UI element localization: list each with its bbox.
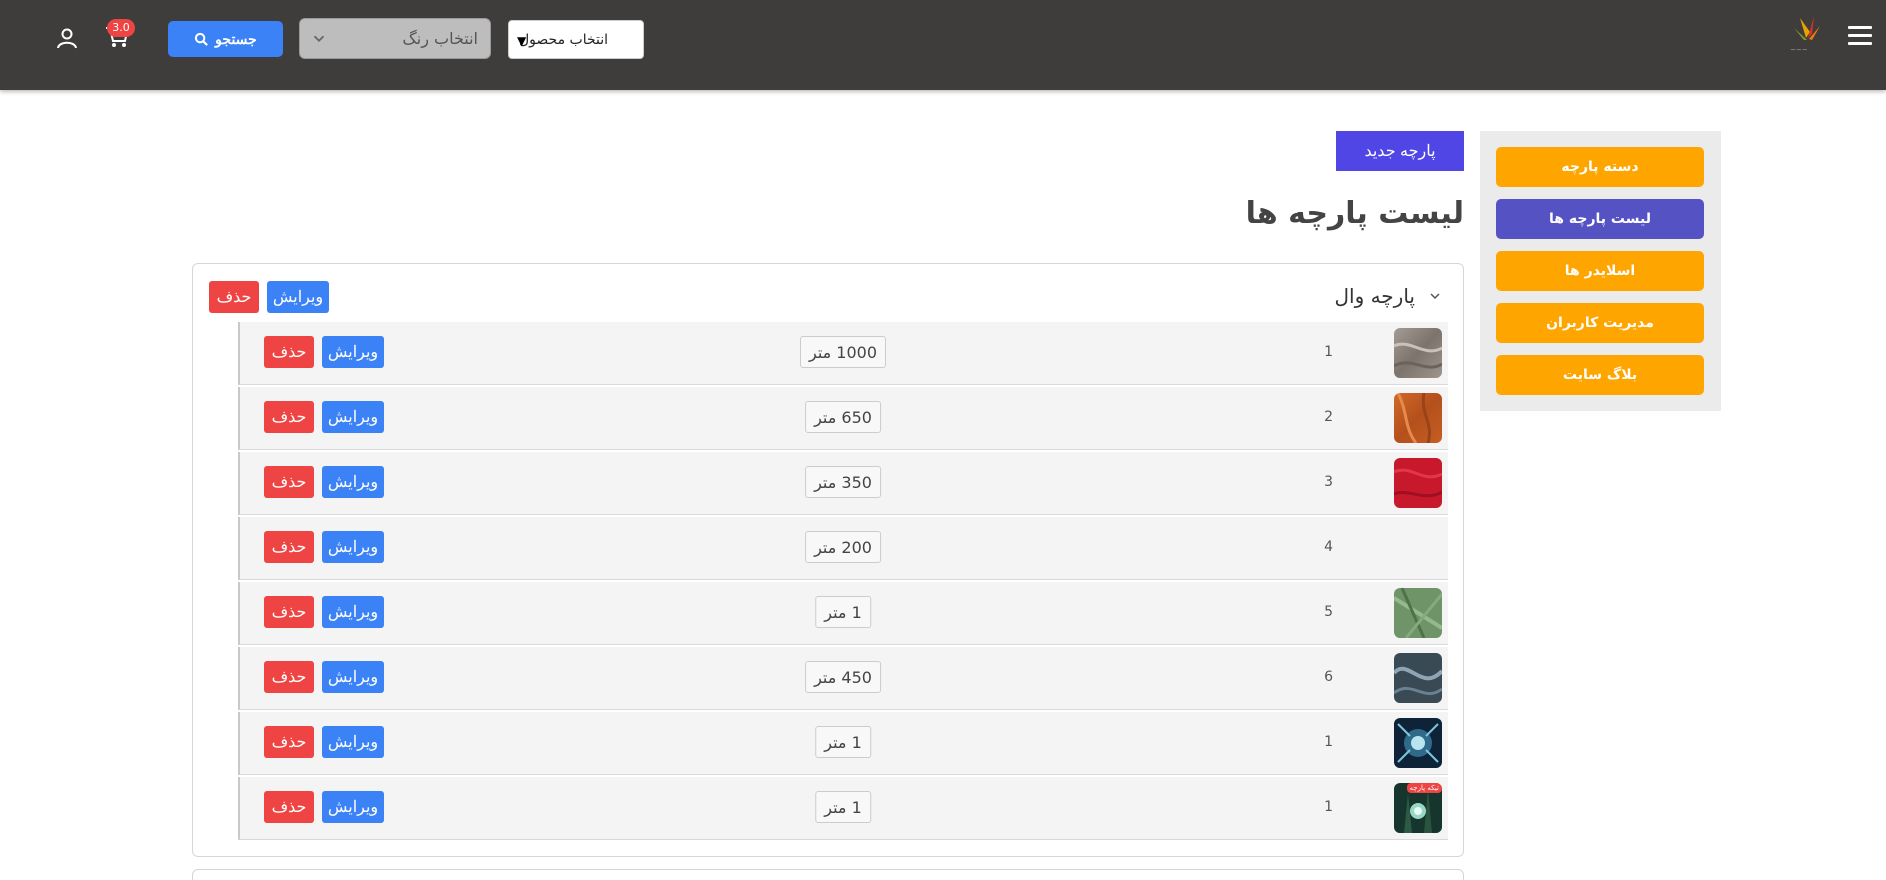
sidebar-item-user-management[interactable]: مدیریت کاربران bbox=[1496, 303, 1704, 343]
color-select-placeholder: انتخاب رنگ bbox=[402, 29, 478, 48]
next-group-card bbox=[192, 869, 1464, 880]
table-row: حذف ویرایش 200 متر 4 bbox=[238, 517, 1448, 580]
quantity-value: 350 متر bbox=[805, 466, 881, 498]
row-index: 1 bbox=[1324, 799, 1333, 815]
site-logo[interactable]: ~~~ bbox=[1780, 10, 1836, 56]
quantity-value: 200 متر bbox=[805, 531, 881, 563]
sidebar-item-label: دسته پارچه bbox=[1561, 159, 1639, 175]
fabric-piece-badge: تیکه پارچه bbox=[1406, 783, 1442, 793]
sidebar-item-fabric-list[interactable]: لیست پارچه ها bbox=[1496, 199, 1704, 239]
delete-button[interactable]: حذف bbox=[264, 661, 314, 693]
sidebar-item-label: مدیریت کاربران bbox=[1546, 315, 1654, 331]
delete-button[interactable]: حذف bbox=[264, 401, 314, 433]
edit-button[interactable]: ویرایش bbox=[322, 791, 384, 823]
row-index: 4 bbox=[1324, 539, 1333, 555]
sidebar-item-blog[interactable]: بلاگ سایت bbox=[1496, 355, 1704, 395]
menu-icon[interactable] bbox=[1848, 26, 1872, 50]
fabric-thumbnail: تیکه پارچه bbox=[1394, 783, 1442, 833]
page-title: لیست پارچه ها bbox=[1245, 196, 1464, 231]
group-edit-button[interactable]: ویرایش bbox=[267, 281, 329, 313]
row-index: 5 bbox=[1324, 604, 1333, 620]
fabric-thumbnail bbox=[1394, 588, 1442, 638]
delete-button[interactable]: حذف bbox=[264, 791, 314, 823]
quantity-value: 450 متر bbox=[805, 661, 881, 693]
cart-count-badge: 3.0 bbox=[107, 19, 135, 37]
admin-sidebar: دسته پارچه لیست پارچه ها اسلایدر ها مدیر… bbox=[1480, 131, 1721, 411]
sidebar-item-label: اسلایدر ها bbox=[1564, 263, 1636, 279]
table-row: حذف ویرایش 1 متر 1 bbox=[238, 712, 1448, 775]
delete-button[interactable]: حذف bbox=[264, 531, 314, 563]
table-row: حذف ویرایش 450 متر 6 bbox=[238, 647, 1448, 710]
search-button-label: جستجو bbox=[215, 30, 257, 47]
search-button[interactable]: جستجو bbox=[168, 21, 283, 57]
fabric-thumbnail bbox=[1394, 393, 1442, 443]
top-navbar: ~~~ انتخاب محصول ▼ انتخاب رنگ جستجو 3.0 bbox=[0, 0, 1886, 90]
edit-button[interactable]: ویرایش bbox=[322, 466, 384, 498]
row-index: 6 bbox=[1324, 669, 1333, 685]
fabric-thumbnail-empty bbox=[1394, 523, 1442, 573]
edit-button[interactable]: ویرایش bbox=[322, 336, 384, 368]
product-select[interactable]: انتخاب محصول ▼ bbox=[508, 20, 644, 59]
row-index: 1 bbox=[1324, 344, 1333, 360]
table-row: حذف ویرایش 350 متر 3 bbox=[238, 452, 1448, 515]
edit-button[interactable]: ویرایش bbox=[322, 661, 384, 693]
delete-button[interactable]: حذف bbox=[264, 596, 314, 628]
delete-button[interactable]: حذف bbox=[264, 726, 314, 758]
delete-button[interactable]: حذف bbox=[264, 466, 314, 498]
search-icon bbox=[195, 32, 209, 46]
edit-button[interactable]: ویرایش bbox=[322, 596, 384, 628]
edit-button[interactable]: ویرایش bbox=[322, 531, 384, 563]
new-fabric-button[interactable]: پارچه جدید bbox=[1336, 131, 1464, 171]
group-actions: حذف ویرایش bbox=[209, 281, 329, 313]
caret-down-icon: ▼ bbox=[517, 34, 527, 48]
fabric-rows: حذف ویرایش 1000 متر 1 حذف ویرایش 650 متر 2… bbox=[238, 322, 1448, 842]
fabric-thumbnail bbox=[1394, 718, 1442, 768]
fabric-thumbnail bbox=[1394, 653, 1442, 703]
quantity-value: 1 متر bbox=[815, 596, 871, 628]
fabric-thumbnail bbox=[1394, 328, 1442, 378]
group-title: پارچه وال bbox=[1334, 284, 1415, 308]
color-select[interactable]: انتخاب رنگ bbox=[299, 18, 491, 59]
sidebar-item-fabric-categories[interactable]: دسته پارچه bbox=[1496, 147, 1704, 187]
quantity-value: 1 متر bbox=[815, 791, 871, 823]
row-index: 1 bbox=[1324, 734, 1333, 750]
quantity-value: 1000 متر bbox=[799, 336, 887, 368]
sidebar-item-label: بلاگ سایت bbox=[1562, 367, 1638, 383]
table-row: حذف ویرایش 1 متر 5 bbox=[238, 582, 1448, 645]
delete-button[interactable]: حذف bbox=[264, 336, 314, 368]
fabric-group-card: پارچه وال حذف ویرایش حذف ویرایش 1000 متر … bbox=[192, 263, 1464, 857]
sidebar-item-sliders[interactable]: اسلایدر ها bbox=[1496, 251, 1704, 291]
quantity-value: 650 متر bbox=[805, 401, 881, 433]
svg-text:~~~: ~~~ bbox=[1790, 46, 1808, 54]
quantity-value: 1 متر bbox=[815, 726, 871, 758]
table-row: حذف ویرایش 650 متر 2 bbox=[238, 387, 1448, 450]
fabric-thumbnail bbox=[1394, 458, 1442, 508]
edit-button[interactable]: ویرایش bbox=[322, 401, 384, 433]
table-row: حذف ویرایش 1000 متر 1 bbox=[238, 322, 1448, 385]
table-row: حذف ویرایش 1 متر 1 تیکه پارچه bbox=[238, 777, 1448, 840]
user-icon[interactable] bbox=[56, 27, 78, 49]
group-header[interactable]: پارچه وال bbox=[1334, 284, 1441, 308]
chevron-down-icon bbox=[313, 35, 325, 42]
row-index: 3 bbox=[1324, 474, 1333, 490]
edit-button[interactable]: ویرایش bbox=[322, 726, 384, 758]
group-delete-button[interactable]: حذف bbox=[209, 281, 259, 313]
product-select-value: انتخاب محصول bbox=[519, 31, 609, 48]
row-index: 2 bbox=[1324, 409, 1333, 425]
chevron-down-icon bbox=[1430, 293, 1440, 300]
sidebar-item-label: لیست پارچه ها bbox=[1549, 211, 1651, 227]
